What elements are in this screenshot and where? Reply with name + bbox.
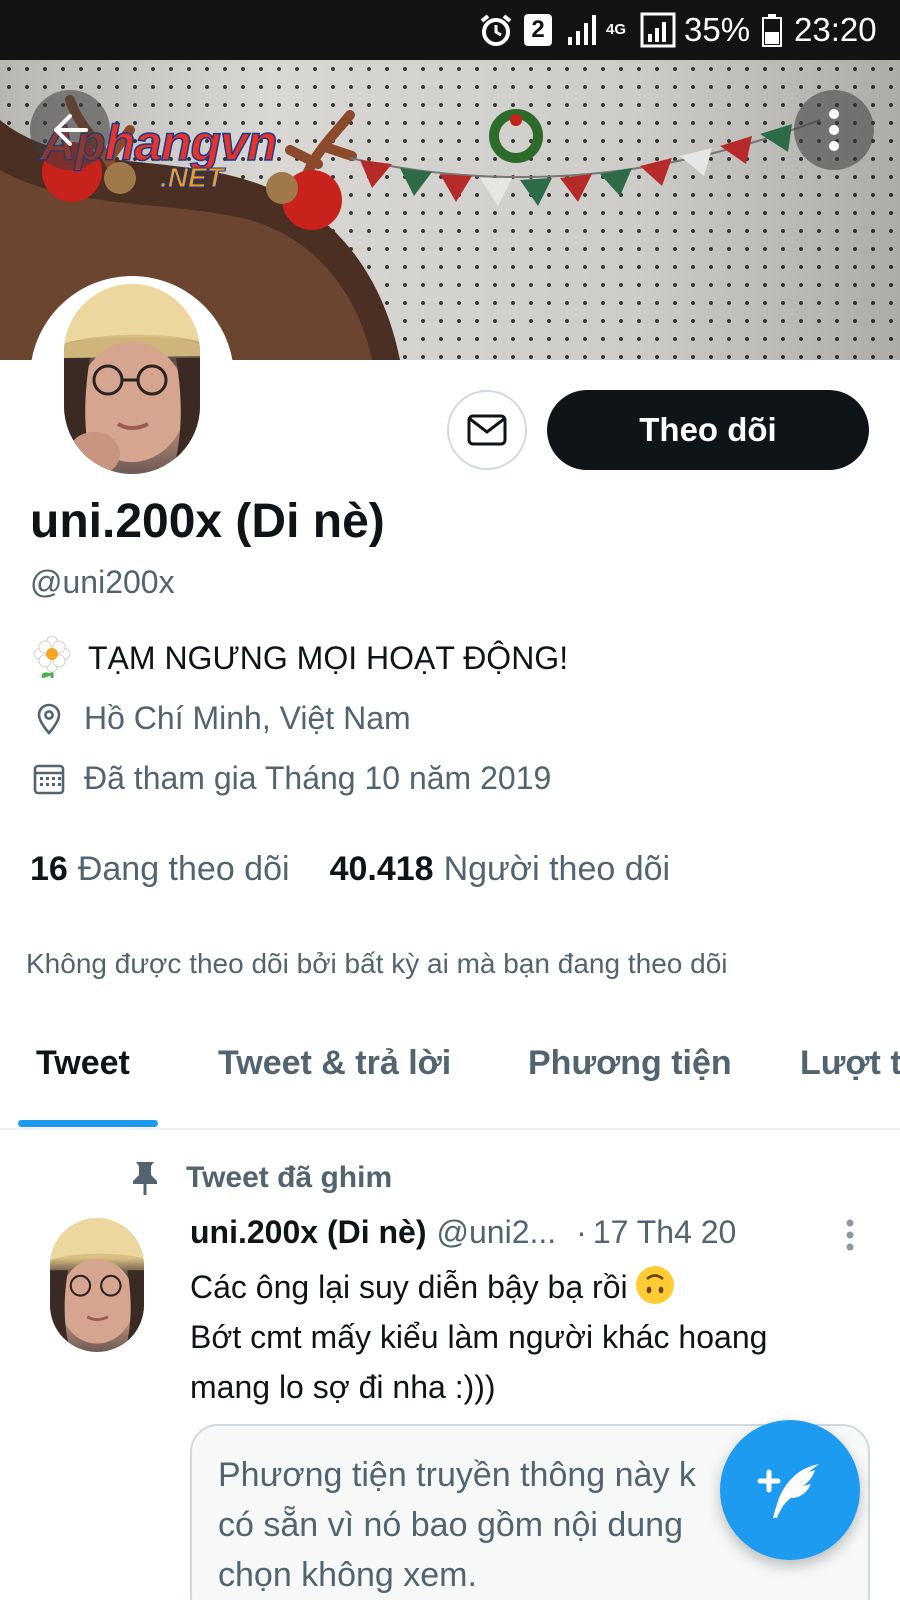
tweet-avatar-photo — [50, 1218, 144, 1352]
clock: 23:20 — [794, 11, 877, 48]
tweet-text-line-1: Các ông lại suy diễn bậy bạ rồi — [190, 1262, 870, 1312]
vertical-dots-icon — [829, 109, 839, 151]
location-row: Hồ Chí Minh, Việt Nam — [32, 700, 411, 737]
envelope-icon — [467, 414, 507, 446]
tweet-more-icon — [846, 1219, 854, 1251]
alarm-icon — [478, 12, 514, 48]
calendar-icon — [33, 764, 65, 794]
tweet-author-handle[interactable]: @uni2... — [437, 1214, 557, 1251]
pin-icon — [133, 1162, 157, 1195]
tweet-author-name[interactable]: uni.200x (Di nè) — [190, 1214, 427, 1251]
avatar-photo — [64, 284, 200, 474]
tab-media[interactable]: Phương tiện — [528, 1044, 732, 1083]
bio: TẠM NGƯNG MỌI HOẠT ĐỘNG! — [32, 636, 568, 680]
tweet-text-line-3: mang lo sợ đi nha :))) — [190, 1369, 496, 1405]
pinned-label: Tweet đã ghim — [186, 1161, 393, 1194]
back-button[interactable] — [30, 90, 110, 170]
pinned-label-row: Tweet đã ghim — [128, 1160, 392, 1196]
arrow-left-icon — [54, 114, 88, 146]
tweet-text-line-2: Bớt cmt mấy kiểu làm người khác hoang — [190, 1319, 768, 1355]
display-name: uni.200x (Di nè) — [30, 495, 385, 548]
tweet-text: Các ông lại suy diễn bậy bạ rồi Bớt cmt … — [190, 1262, 870, 1412]
active-tab-indicator — [18, 1120, 158, 1127]
following-label: Đang theo dõi — [77, 850, 290, 888]
map-pin-icon — [37, 703, 61, 735]
upside-down-face-emoji-icon — [635, 1266, 674, 1304]
compose-feather-icon — [757, 1464, 819, 1518]
location-text: Hồ Chí Minh, Việt Nam — [84, 700, 411, 736]
followers-count: 40.418 — [329, 850, 434, 888]
compose-tweet-button[interactable] — [720, 1420, 860, 1560]
tweet-author-avatar[interactable] — [50, 1218, 144, 1352]
signal-strength-icon — [640, 12, 676, 48]
tweet-separator: · — [576, 1214, 587, 1250]
status-bar: 2 4G 35% 23:20 — [0, 0, 900, 60]
tweet-more-button[interactable] — [840, 1218, 860, 1252]
profile-avatar[interactable] — [64, 284, 200, 474]
tab-likes[interactable]: Lượt t — [800, 1044, 900, 1083]
network-type: 4G — [606, 21, 627, 38]
tab-tweet-replies[interactable]: Tweet & trả lời — [218, 1044, 451, 1083]
followers-stat[interactable]: 40.418 Người theo dõi — [330, 850, 671, 889]
tweet-header: uni.200x (Di nè) @uni2... · 17 Th4 20 — [190, 1214, 736, 1251]
not-followed-notice: Không được theo dõi bởi bất kỳ ai mà bạn… — [26, 948, 728, 979]
joined-text: Đã tham gia Tháng 10 năm 2019 — [84, 760, 552, 796]
follow-stats: 16 Đang theo dõi 40.418 Người theo dõi — [30, 850, 670, 889]
bio-text: TẠM NGƯNG MỌI HOẠT ĐỘNG! — [88, 639, 569, 676]
battery-percent: 35% — [684, 11, 751, 48]
tweet-date[interactable]: 17 Th4 20 — [593, 1214, 737, 1251]
joined-row: Đã tham gia Tháng 10 năm 2019 — [32, 760, 551, 797]
battery-icon — [762, 12, 782, 48]
more-options-button[interactable] — [794, 90, 874, 170]
following-stat[interactable]: 16 Đang theo dõi — [30, 850, 290, 889]
followers-label: Người theo dõi — [443, 850, 671, 888]
profile-tabs: Tweet Tweet & trả lời Phương tiện Lượt t — [0, 1020, 900, 1130]
signal-icon — [566, 12, 598, 48]
tab-tweet[interactable]: Tweet — [36, 1044, 130, 1083]
user-handle: @uni200x — [30, 564, 175, 600]
following-count: 16 — [30, 850, 68, 888]
follow-button[interactable]: Theo dõi — [547, 390, 869, 470]
flower-emoji-icon — [33, 636, 71, 678]
message-button[interactable] — [447, 390, 527, 470]
media-notice-text: Phương tiện truyền thông này k có sẵn vì… — [218, 1456, 696, 1594]
notification-count-badge: 2 — [524, 12, 552, 48]
